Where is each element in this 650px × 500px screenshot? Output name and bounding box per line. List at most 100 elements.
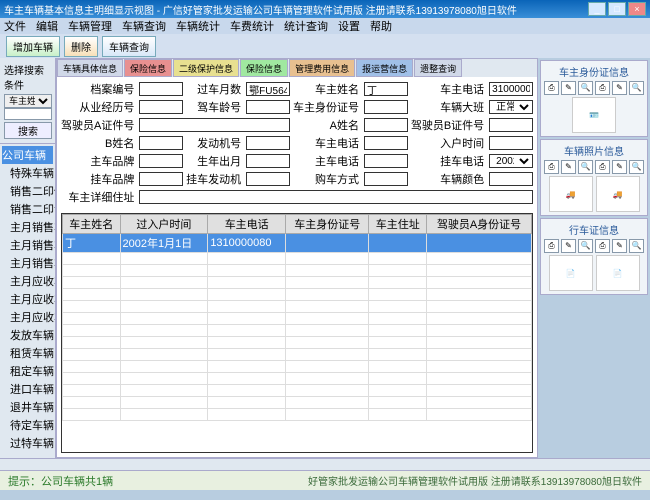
menu-file[interactable]: 文件 xyxy=(4,18,26,34)
input-owner-phone[interactable] xyxy=(364,136,408,150)
menu-help[interactable]: 帮助 xyxy=(370,18,392,34)
tree-item[interactable]: 主月应收车辆 xyxy=(2,308,53,326)
tree-item[interactable]: 销售二印专用车辆 xyxy=(2,200,53,218)
tree-item[interactable]: 租赁车辆 xyxy=(2,344,53,362)
column-header[interactable]: 过入户时间 xyxy=(120,215,208,234)
tab-insurance2[interactable]: 保险信息 xyxy=(240,59,288,77)
zoom-icon[interactable]: 🔍 xyxy=(629,160,644,174)
permit-thumb-1[interactable]: 📄 xyxy=(549,255,593,291)
table-row[interactable] xyxy=(63,397,532,409)
input-id[interactable] xyxy=(364,100,408,114)
select-trailer-date[interactable]: 2002年 1月 1日 xyxy=(489,154,533,168)
table-row[interactable] xyxy=(63,373,532,385)
tree-item[interactable]: 特殊车辆 xyxy=(2,164,53,182)
tab-query[interactable]: 遗整查询 xyxy=(414,59,462,77)
add-vehicle-button[interactable]: 增加车辆 xyxy=(6,36,60,57)
print-icon[interactable]: ⎙ xyxy=(544,239,559,253)
tree-item[interactable]: 过特车辆 xyxy=(2,434,53,452)
tree-item[interactable]: 主月销售车辆 xyxy=(2,218,53,236)
tree-item[interactable]: 退井车辆 xyxy=(2,398,53,416)
zoom-icon[interactable]: 🔍 xyxy=(629,81,644,95)
input-reg-date[interactable] xyxy=(489,136,533,150)
input-plate[interactable] xyxy=(246,82,290,96)
print-icon[interactable]: ⎙ xyxy=(595,239,610,253)
input-engine[interactable] xyxy=(246,136,290,150)
vehicle-thumb-2[interactable]: 🚚 xyxy=(596,176,640,212)
zoom-icon[interactable]: 🔍 xyxy=(578,160,593,174)
search-button[interactable]: 搜索 xyxy=(4,122,52,139)
input-owner[interactable] xyxy=(364,82,408,96)
permit-thumb-2[interactable]: 📄 xyxy=(596,255,640,291)
input-a-name[interactable] xyxy=(364,118,408,132)
column-header[interactable]: 车主电话 xyxy=(208,215,286,234)
maximize-button[interactable]: □ xyxy=(608,2,626,16)
input-brand[interactable] xyxy=(139,154,183,168)
tree-item[interactable]: 待定车辆 xyxy=(2,416,53,434)
tree-item[interactable]: 主月应收车辆 xyxy=(2,272,53,290)
menu-vehicle-mgmt[interactable]: 车辆管理 xyxy=(68,18,112,34)
menu-vehicle-stat[interactable]: 车辆统计 xyxy=(176,18,220,34)
input-purchase[interactable] xyxy=(364,172,408,186)
input-trailer-brand[interactable] xyxy=(139,172,183,186)
input-birth[interactable] xyxy=(246,154,290,168)
menu-settings[interactable]: 设置 xyxy=(338,18,360,34)
zoom-icon[interactable]: 🔍 xyxy=(578,81,593,95)
table-row[interactable] xyxy=(63,301,532,313)
table-row[interactable] xyxy=(63,337,532,349)
print-icon[interactable]: ⎙ xyxy=(595,81,610,95)
input-driver-b[interactable] xyxy=(489,118,533,132)
zoom-icon[interactable]: 🔍 xyxy=(629,239,644,253)
print-icon[interactable]: ⎙ xyxy=(544,81,559,95)
edit-icon[interactable]: ✎ xyxy=(612,160,627,174)
tree-item[interactable]: 主月销售车辆 xyxy=(2,236,53,254)
h-scrollbar[interactable] xyxy=(0,458,650,470)
tree-item[interactable]: 进口车辆 xyxy=(2,380,53,398)
tab-fees[interactable]: 管理费用信息 xyxy=(289,59,355,77)
input-archive[interactable] xyxy=(139,82,183,96)
search-input[interactable] xyxy=(4,108,52,120)
menu-vehicle-query[interactable]: 车辆查询 xyxy=(122,18,166,34)
edit-icon[interactable]: ✎ xyxy=(561,81,576,95)
table-row[interactable]: 丁2002年1月1日1310000080 xyxy=(63,234,532,253)
input-color[interactable] xyxy=(489,172,533,186)
minimize-button[interactable]: _ xyxy=(588,2,606,16)
delete-button[interactable]: 删除 xyxy=(64,36,98,57)
input-b-name[interactable] xyxy=(139,136,183,150)
edit-icon[interactable]: ✎ xyxy=(561,239,576,253)
search-field-select[interactable]: 车主姓名 xyxy=(4,94,52,108)
edit-icon[interactable]: ✎ xyxy=(612,81,627,95)
query-button[interactable]: 车辆查询 xyxy=(102,36,156,57)
menu-fee-stat[interactable]: 车费统计 xyxy=(230,18,274,34)
column-header[interactable]: 驾驶员A身份证号 xyxy=(427,215,532,234)
tab-insurance[interactable]: 保险信息 xyxy=(124,59,172,77)
column-header[interactable]: 车主身份证号 xyxy=(286,215,369,234)
column-header[interactable]: 车主姓名 xyxy=(63,215,121,234)
id-thumb[interactable]: 🪪 xyxy=(572,97,616,133)
column-header[interactable]: 车主住址 xyxy=(369,215,427,234)
edit-icon[interactable]: ✎ xyxy=(561,160,576,174)
vehicle-thumb-1[interactable]: 🚚 xyxy=(549,176,593,212)
table-row[interactable] xyxy=(63,361,532,373)
tab-operation[interactable]: 报运营信息 xyxy=(356,59,413,77)
input-address[interactable] xyxy=(139,190,533,204)
table-row[interactable] xyxy=(63,409,532,421)
table-row[interactable] xyxy=(63,277,532,289)
input-license[interactable] xyxy=(139,100,183,114)
menu-stat-query[interactable]: 统计查询 xyxy=(284,18,328,34)
tree-root[interactable]: 公司车辆 xyxy=(2,146,53,164)
table-row[interactable] xyxy=(63,289,532,301)
close-button[interactable]: × xyxy=(628,2,646,16)
tree-item[interactable]: 主月销售车辆 xyxy=(2,254,53,272)
table-row[interactable] xyxy=(63,313,532,325)
data-grid[interactable]: 车主姓名过入户时间车主电话车主身份证号车主住址驾驶员A身份证号 丁2002年1月… xyxy=(61,213,533,453)
tree-item[interactable]: 主月应收车辆 xyxy=(2,290,53,308)
print-icon[interactable]: ⎙ xyxy=(544,160,559,174)
edit-icon[interactable]: ✎ xyxy=(612,239,627,253)
table-row[interactable] xyxy=(63,349,532,361)
tree-item[interactable]: 销售二印使用车辆 xyxy=(2,182,53,200)
input-drive-age[interactable] xyxy=(246,100,290,114)
input-trailer-engine[interactable] xyxy=(246,172,290,186)
table-row[interactable] xyxy=(63,385,532,397)
input-driver-a[interactable] xyxy=(139,118,290,132)
tab-vehicle-info[interactable]: 车辆具体信息 xyxy=(57,59,123,77)
